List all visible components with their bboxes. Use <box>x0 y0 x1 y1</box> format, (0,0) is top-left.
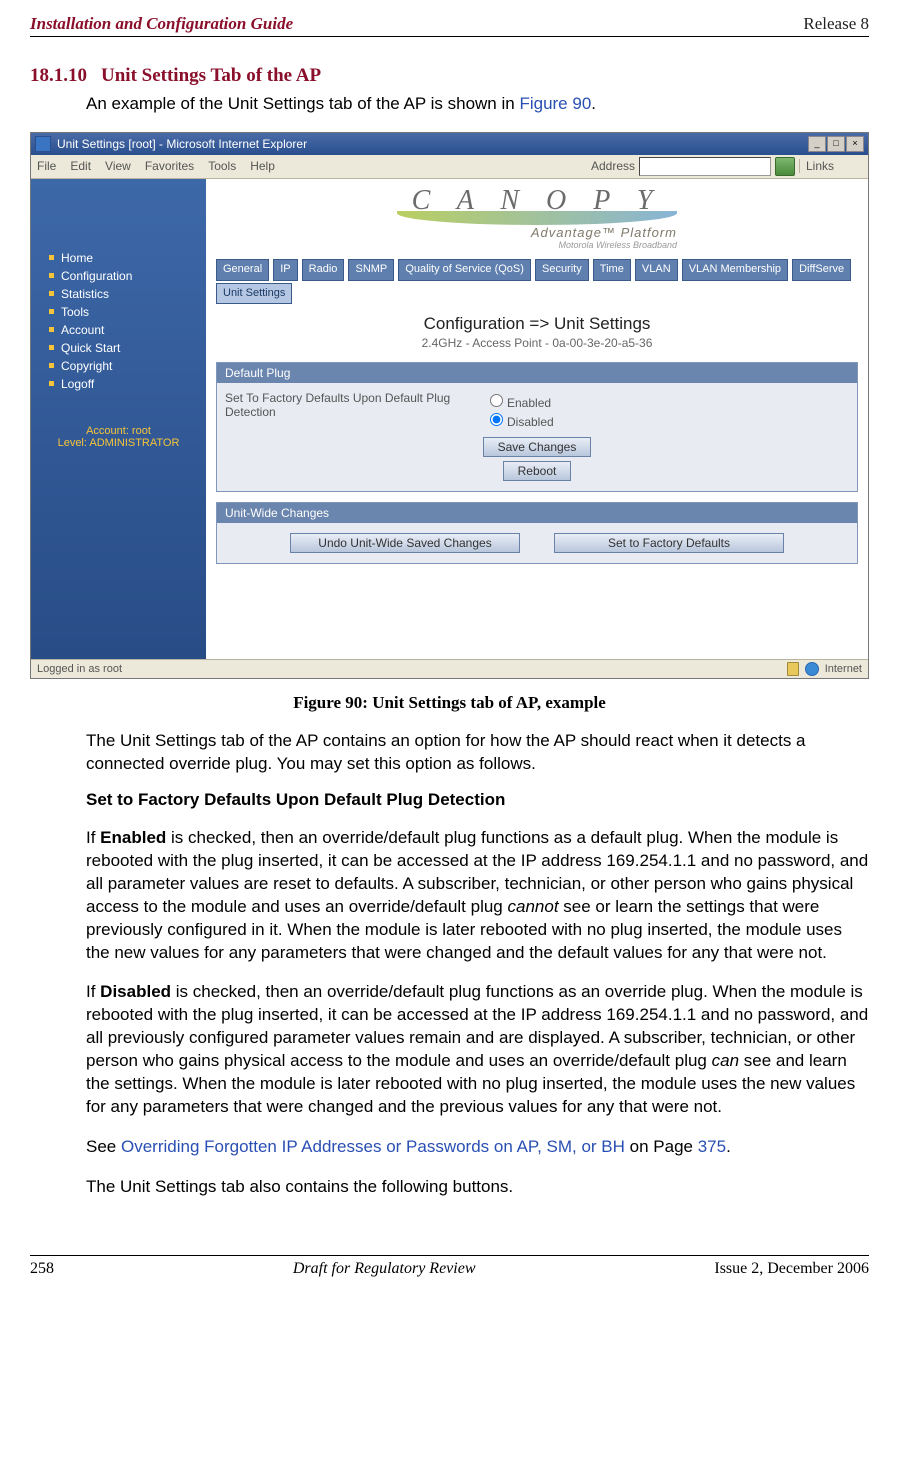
tab-vlan-membership[interactable]: VLAN Membership <box>682 259 788 281</box>
sidebar-item-configuration[interactable]: Configuration <box>49 267 206 285</box>
sidebar-item-home[interactable]: Home <box>49 249 206 267</box>
reboot-button[interactable]: Reboot <box>503 461 572 481</box>
doc-title: Installation and Configuration Guide <box>30 14 293 34</box>
address-label: Address <box>591 159 635 173</box>
maximize-button[interactable]: □ <box>827 136 845 152</box>
app-main-pane: C A N O P Y Advantage™ Platform Motorola… <box>206 179 868 659</box>
lock-icon <box>787 662 799 676</box>
panel-unit-wide: Unit-Wide Changes Undo Unit-Wide Saved C… <box>216 502 858 564</box>
config-tabs: General IP Radio SNMP Quality of Service… <box>216 259 858 306</box>
menu-edit[interactable]: Edit <box>70 159 91 173</box>
save-changes-button[interactable]: Save Changes <box>483 437 592 457</box>
address-input[interactable] <box>639 157 771 176</box>
window-titlebar: Unit Settings [root] - Microsoft Interne… <box>31 133 868 155</box>
menu-favorites[interactable]: Favorites <box>145 159 194 173</box>
config-page-heading: Configuration => Unit Settings <box>216 314 858 334</box>
footer-mid: Draft for Regulatory Review <box>293 1260 476 1278</box>
radio-enabled[interactable]: Enabled <box>485 391 554 410</box>
tab-time[interactable]: Time <box>593 259 631 281</box>
menu-tools[interactable]: Tools <box>208 159 236 173</box>
browser-statusbar: Logged in as root Internet <box>31 659 868 678</box>
cross-ref-link[interactable]: Overriding Forgotten IP Addresses or Pas… <box>121 1137 625 1156</box>
figure-caption: Figure 90: Unit Settings tab of AP, exam… <box>30 693 869 713</box>
panel-default-plug: Default Plug Set To Factory Defaults Upo… <box>216 362 858 492</box>
config-page-sub: 2.4GHz - Access Point - 0a-00-3e-20-a5-3… <box>216 336 858 350</box>
see-line: See Overriding Forgotten IP Addresses or… <box>86 1136 869 1159</box>
enabled-paragraph: If Enabled is checked, then an override/… <box>86 827 869 965</box>
option-label: Set To Factory Defaults Upon Default Plu… <box>225 391 485 429</box>
menu-view[interactable]: View <box>105 159 131 173</box>
tab-qos[interactable]: Quality of Service (QoS) <box>398 259 531 281</box>
menu-help[interactable]: Help <box>250 159 275 173</box>
account-line1: Account: root <box>31 425 206 437</box>
tab-ip[interactable]: IP <box>273 259 297 281</box>
tab-radio[interactable]: Radio <box>302 259 345 281</box>
undo-saved-changes-button[interactable]: Undo Unit-Wide Saved Changes <box>290 533 520 553</box>
sidebar-item-logoff[interactable]: Logoff <box>49 375 206 393</box>
tab-vlan[interactable]: VLAN <box>635 259 678 281</box>
account-line2: Level: ADMINISTRATOR <box>31 437 206 449</box>
swoosh-icon <box>397 211 677 225</box>
links-label[interactable]: Links <box>806 159 834 173</box>
window-title: Unit Settings [root] - Microsoft Interne… <box>57 137 307 151</box>
canopy-logo: C A N O P Y Advantage™ Platform Motorola… <box>216 185 858 251</box>
tab-unit-settings[interactable]: Unit Settings <box>216 283 292 305</box>
page-ref-link[interactable]: 375 <box>698 1137 726 1156</box>
page-number: 258 <box>30 1260 54 1278</box>
subheading: Set to Factory Defaults Upon Default Plu… <box>86 790 869 810</box>
sidebar-item-copyright[interactable]: Copyright <box>49 357 206 375</box>
tab-security[interactable]: Security <box>535 259 589 281</box>
figure-ref-link[interactable]: Figure 90 <box>519 94 591 113</box>
tab-snmp[interactable]: SNMP <box>348 259 394 281</box>
sidebar-item-quickstart[interactable]: Quick Start <box>49 339 206 357</box>
app-sidebar: Home Configuration Statistics Tools Acco… <box>31 179 206 659</box>
issue-label: Issue 2, December 2006 <box>714 1260 869 1278</box>
sidebar-item-statistics[interactable]: Statistics <box>49 285 206 303</box>
status-left: Logged in as root <box>37 663 122 675</box>
section-title: Unit Settings Tab of the AP <box>101 65 321 86</box>
release-label: Release 8 <box>803 14 869 34</box>
browser-menubar: File Edit View Favorites Tools Help Addr… <box>31 155 868 179</box>
tab-general[interactable]: General <box>216 259 269 281</box>
running-footer: 258 Draft for Regulatory Review Issue 2,… <box>30 1255 869 1278</box>
radio-disabled[interactable]: Disabled <box>485 410 554 429</box>
go-button[interactable] <box>775 157 795 176</box>
close-button[interactable]: × <box>846 136 864 152</box>
para-after-caption: The Unit Settings tab of the AP contains… <box>86 730 869 776</box>
screenshot-window: Unit Settings [root] - Microsoft Interne… <box>30 132 869 679</box>
tab-diffserve[interactable]: DiffServe <box>792 259 851 281</box>
set-factory-defaults-button[interactable]: Set to Factory Defaults <box>554 533 784 553</box>
menu-file[interactable]: File <box>37 159 56 173</box>
panel-default-plug-header: Default Plug <box>217 363 857 383</box>
disabled-paragraph: If Disabled is checked, then an override… <box>86 981 869 1119</box>
panel-unit-wide-header: Unit-Wide Changes <box>217 503 857 523</box>
section-number: 18.1.10 <box>30 65 87 86</box>
ie-icon <box>35 136 51 152</box>
running-header: Installation and Configuration Guide Rel… <box>30 14 869 37</box>
closing-paragraph: The Unit Settings tab also contains the … <box>86 1176 869 1199</box>
minimize-button[interactable]: _ <box>808 136 826 152</box>
section-heading: 18.1.10 Unit Settings Tab of the AP <box>30 65 869 87</box>
sidebar-item-tools[interactable]: Tools <box>49 303 206 321</box>
intro-paragraph: An example of the Unit Settings tab of t… <box>86 93 869 116</box>
sidebar-item-account[interactable]: Account <box>49 321 206 339</box>
status-right: Internet <box>825 663 862 675</box>
globe-icon <box>805 662 819 676</box>
